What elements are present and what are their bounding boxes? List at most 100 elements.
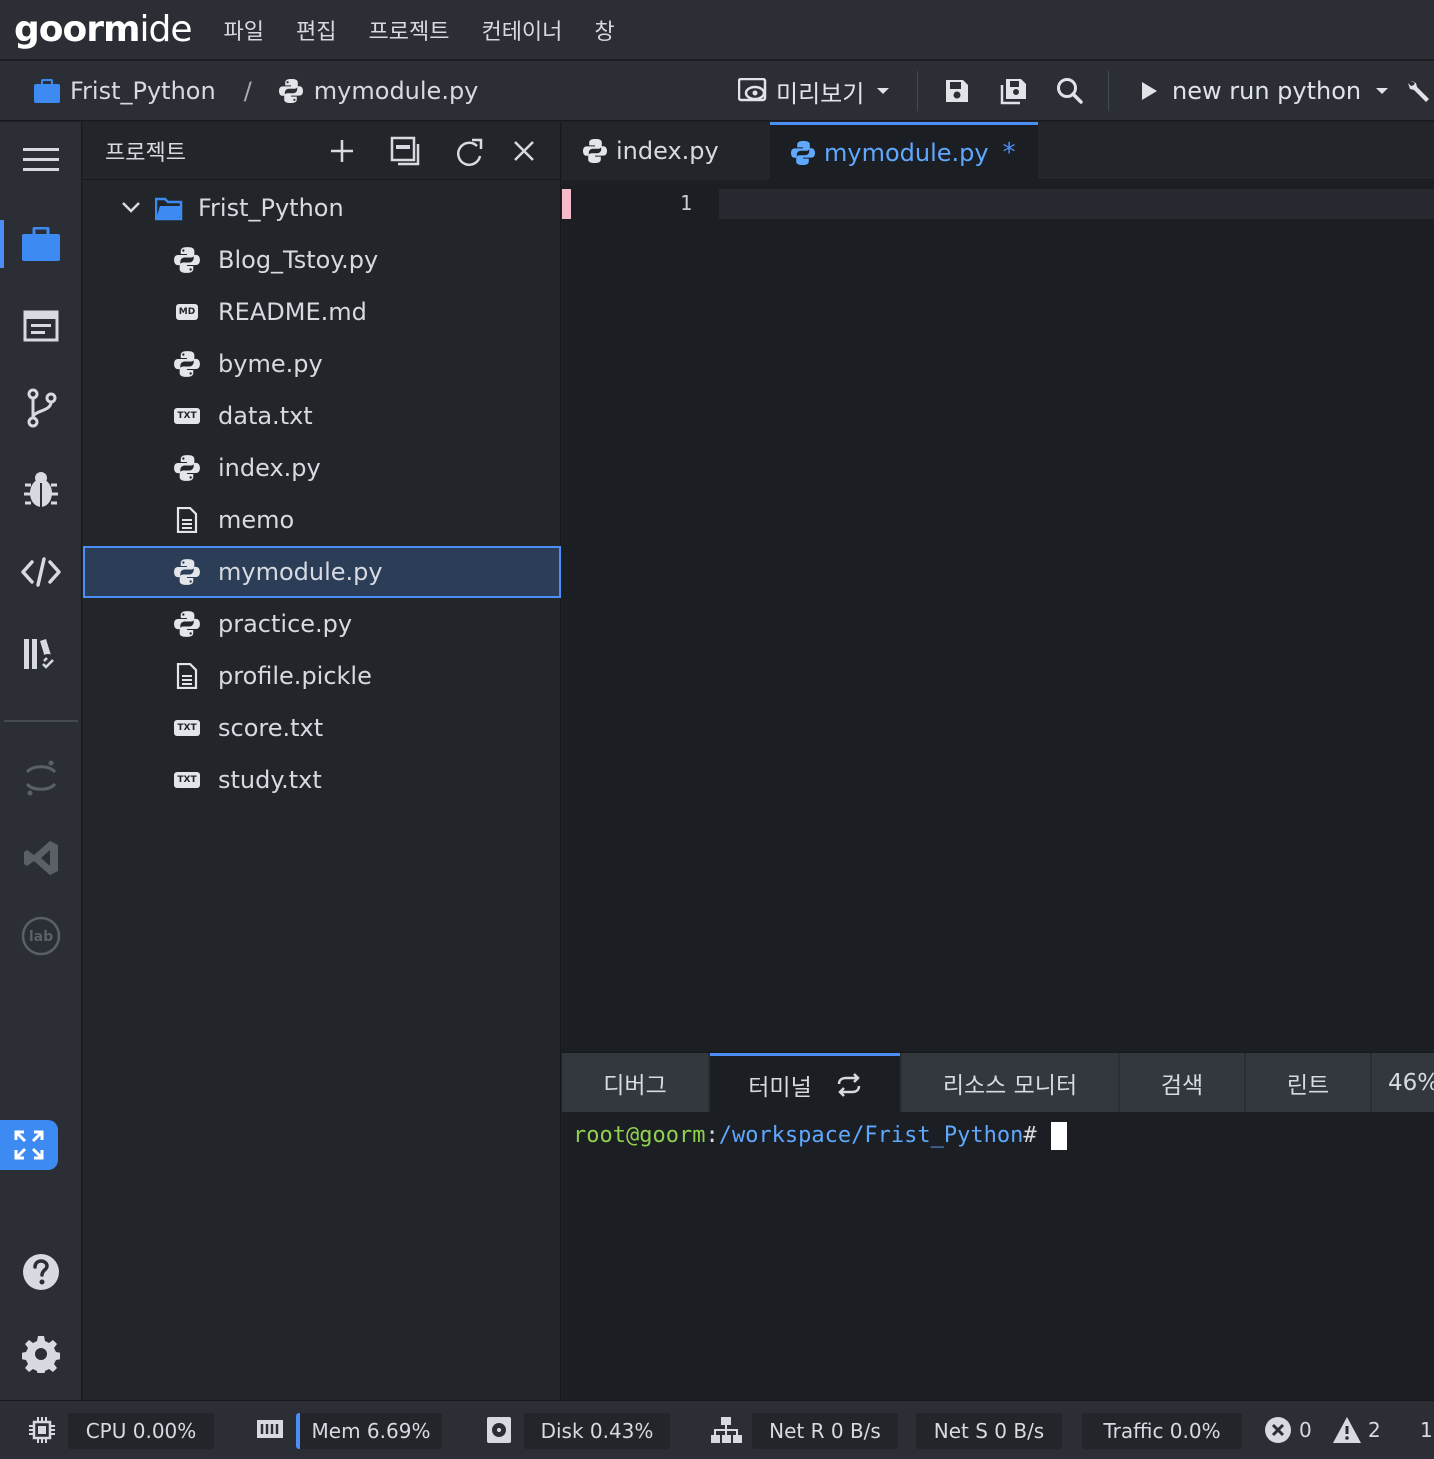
tab-search[interactable]: 검색 xyxy=(1120,1053,1244,1113)
cpu-usage-label: CPU 0.00% xyxy=(85,1419,197,1443)
help-icon xyxy=(23,1254,59,1290)
file-tree-item[interactable]: memo xyxy=(83,494,561,546)
net-receive-label: Net R 0 B/s xyxy=(769,1419,881,1443)
cpu-usage: CPU 0.00% xyxy=(68,1413,214,1449)
file-tree-item[interactable]: index.py xyxy=(83,442,561,494)
disk-usage-label: Disk 0.43% xyxy=(540,1419,654,1443)
expand-button[interactable] xyxy=(0,1120,58,1170)
sync-icon[interactable] xyxy=(836,1072,862,1097)
chevron-down-icon xyxy=(877,88,890,94)
menu-toggle-button[interactable] xyxy=(0,130,82,190)
tab-lint[interactable]: 린트 xyxy=(1246,1053,1370,1113)
error-icon[interactable] xyxy=(1264,1416,1292,1444)
goormide-logo[interactable]: goormide xyxy=(14,9,193,50)
file-tree-item[interactable]: practice.py xyxy=(83,598,561,650)
menu-container[interactable]: 컨테이너 xyxy=(481,14,562,46)
menu-project[interactable]: 프로젝트 xyxy=(368,14,449,46)
status-bar: CPU 0.00% Mem 6.69% Disk 0.43% Net R 0 B… xyxy=(0,1400,1434,1459)
activity-separator xyxy=(4,720,78,722)
run-config-label: new run python xyxy=(1172,77,1362,105)
tab-resource-monitor[interactable]: 리소스 모니터 xyxy=(902,1053,1118,1113)
activity-vscode[interactable] xyxy=(0,828,82,888)
settings-button[interactable] xyxy=(0,1324,82,1384)
python-icon xyxy=(173,351,201,377)
file-tree-item-label: Blog_Tstoy.py xyxy=(218,246,379,274)
python-icon xyxy=(173,611,201,637)
file-icon xyxy=(173,507,201,533)
tab-percent[interactable]: 46% xyxy=(1372,1053,1434,1113)
project-explorer: 프로젝트 Frist_Python Blog_Tstoy.py MD README.… xyxy=(83,122,561,1400)
preview-button[interactable]: 미리보기 xyxy=(738,74,890,109)
cpu-icon xyxy=(29,1417,55,1443)
current-line-highlight[interactable] xyxy=(719,189,1434,219)
wrench-icon[interactable] xyxy=(1406,77,1434,105)
bottom-panel-tabbar: 디버그 터미널 리소스 모니터 검색 린트 46% xyxy=(562,1052,1434,1113)
search-icon[interactable] xyxy=(1056,77,1084,105)
expand-icon xyxy=(14,1130,44,1160)
tab-label: 46% xyxy=(1388,1070,1434,1096)
breadcrumb-file-label: mymodule.py xyxy=(313,76,479,105)
menubar: goormide 파일 편집 프로젝트 컨테이너 창 xyxy=(0,0,1434,60)
close-icon[interactable] xyxy=(513,140,535,162)
python-icon xyxy=(173,559,201,585)
error-count[interactable]: 0 xyxy=(1299,1418,1312,1442)
file-tree-item[interactable]: profile.pickle xyxy=(83,650,561,702)
refresh-icon[interactable] xyxy=(455,138,483,168)
activity-code[interactable] xyxy=(0,542,82,602)
breadcrumb-file[interactable]: mymodule.py xyxy=(278,76,479,105)
md-icon: MD xyxy=(173,299,201,325)
toolbar-divider xyxy=(1108,71,1109,111)
warning-count[interactable]: 2 xyxy=(1368,1418,1381,1442)
jupyter-icon xyxy=(25,760,57,796)
file-tree-item[interactable]: MD README.md xyxy=(83,286,561,338)
preview-label: 미리보기 xyxy=(776,79,865,108)
briefcase-icon xyxy=(34,78,60,103)
save-icon[interactable] xyxy=(944,78,970,104)
activity-project[interactable] xyxy=(0,214,82,274)
menu-file[interactable]: 파일 xyxy=(224,14,264,46)
activity-outline[interactable] xyxy=(0,296,82,356)
menu-edit[interactable]: 편집 xyxy=(296,14,336,46)
add-icon[interactable] xyxy=(330,136,354,164)
file-tree-item[interactable]: TXT study.txt xyxy=(83,754,561,806)
tree-root-folder[interactable]: Frist_Python xyxy=(83,182,561,234)
help-button[interactable] xyxy=(0,1242,82,1302)
line-number: 1 xyxy=(679,191,692,215)
library-link-icon xyxy=(24,639,56,670)
tab-debug[interactable]: 디버그 xyxy=(562,1053,708,1113)
txt-icon: TXT xyxy=(173,767,201,793)
file-tree-item[interactable]: Blog_Tstoy.py xyxy=(83,234,561,286)
tab-label: 리소스 모니터 xyxy=(942,1073,1078,1099)
tab-index-py[interactable]: index.py xyxy=(562,122,768,180)
warning-icon[interactable] xyxy=(1332,1416,1362,1444)
file-tree-item-label: byme.py xyxy=(218,350,323,378)
activity-git[interactable] xyxy=(0,378,82,438)
tab-terminal[interactable]: 터미널 xyxy=(710,1053,900,1113)
activity-lab[interactable]: lab xyxy=(0,906,82,966)
activity-jupyter[interactable] xyxy=(0,748,82,808)
collapse-all-icon[interactable] xyxy=(390,136,420,166)
run-button[interactable]: new run python xyxy=(1140,77,1389,105)
file-tree-item[interactable]: mymodule.py xyxy=(83,546,561,598)
net-receive: Net R 0 B/s xyxy=(752,1413,898,1449)
file-tree-item[interactable]: TXT data.txt xyxy=(83,390,561,442)
tab-label: 린트 xyxy=(1286,1073,1330,1099)
activity-debug[interactable] xyxy=(0,460,82,520)
toolbar-divider xyxy=(917,71,918,111)
code-editor[interactable]: 1 xyxy=(562,181,1434,1052)
save-all-icon[interactable] xyxy=(1000,77,1028,105)
activity-library[interactable] xyxy=(0,624,82,684)
terminal-prompt: # xyxy=(1023,1123,1037,1148)
file-tree-item[interactable]: byme.py xyxy=(83,338,561,390)
hamburger-icon xyxy=(23,148,59,171)
cursor-position: 1: xyxy=(1420,1418,1434,1442)
file-tree-item[interactable]: TXT score.txt xyxy=(83,702,561,754)
breadcrumb-project[interactable]: Frist_Python xyxy=(34,77,216,105)
modified-indicator[interactable]: * xyxy=(1003,138,1016,168)
project-explorer-title: 프로젝트 xyxy=(105,140,186,166)
activity-bar: lab xyxy=(0,122,82,1400)
tab-mymodule-py[interactable]: mymodule.py * xyxy=(770,122,1038,180)
terminal[interactable]: root@goorm:/workspace/Frist_Python# xyxy=(562,1112,1434,1400)
breadcrumb-separator: / xyxy=(243,76,252,105)
menu-window[interactable]: 창 xyxy=(594,14,614,46)
